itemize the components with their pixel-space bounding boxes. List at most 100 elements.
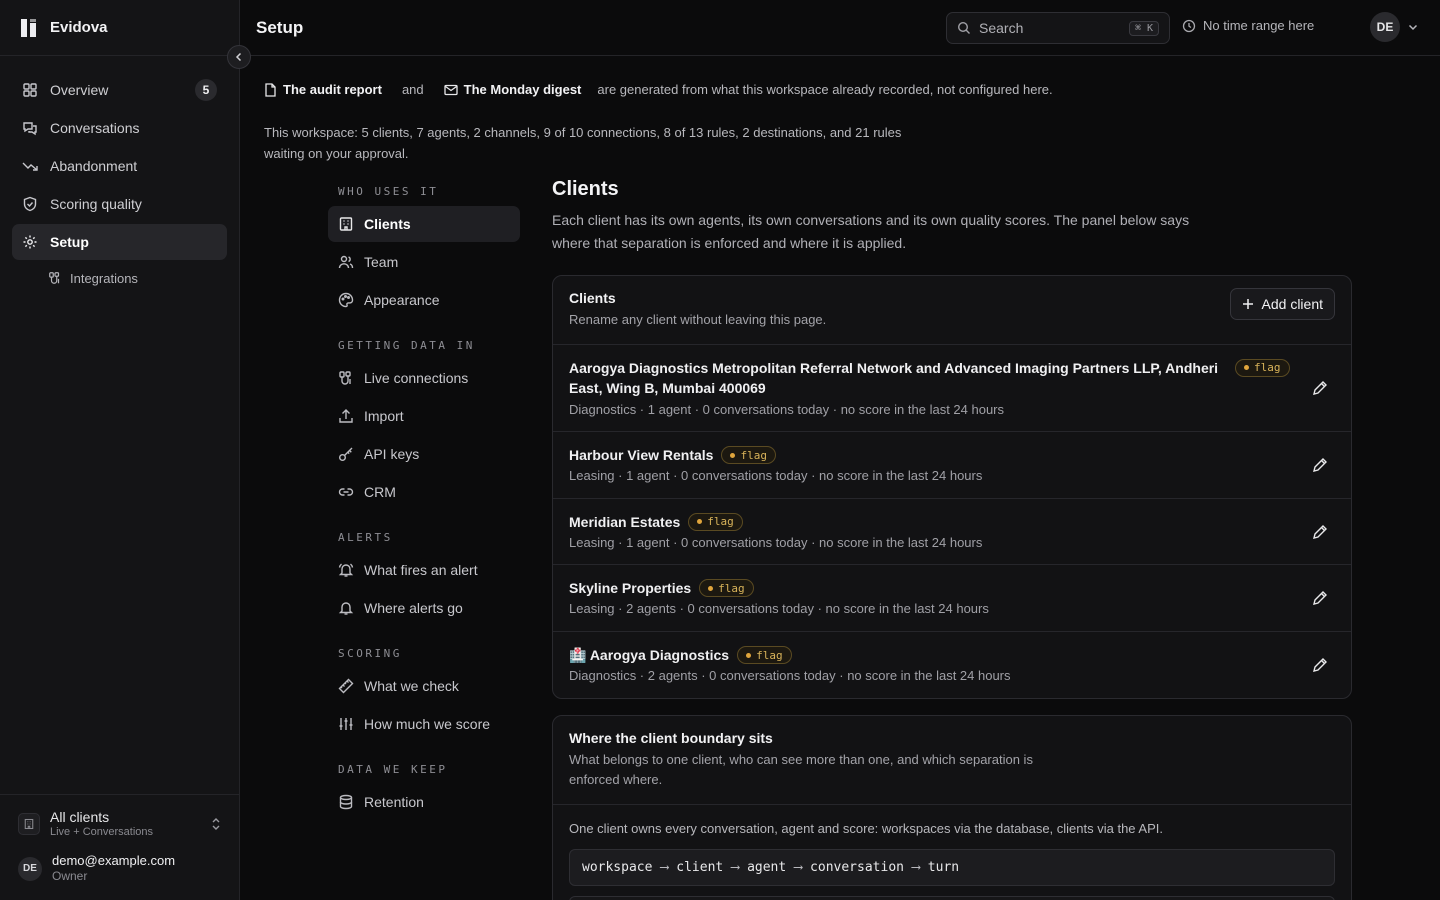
link-icon [338,484,354,500]
clients-card-title: Clients [569,290,616,306]
setup-nav-what-we-check[interactable]: What we check [328,668,520,704]
main-nav: Overview 5 Conversations Abandonment Sco… [0,56,239,294]
edit-pencil-icon[interactable] [1311,523,1329,541]
client-name: Harbour View Rentals [569,447,714,463]
bell-icon [338,600,354,616]
collapse-sidebar-button[interactable] [227,45,251,69]
client-meta: Leasing · 1 agent · 0 conversations toda… [569,534,983,550]
add-client-button[interactable]: Add client [1229,288,1335,320]
edit-pencil-icon[interactable] [1311,456,1329,474]
audit-report-link[interactable]: The audit report [264,82,382,97]
flag-dot [708,585,714,591]
boundary-card: Where the client boundary sits What belo… [552,715,1352,900]
nav-item-abandonment[interactable]: Abandonment [12,148,227,184]
client-row[interactable]: 🏥 Aarogya Diagnostics flag Diagnostics ·… [553,632,1351,698]
client-row[interactable]: Aarogya Diagnostics Metropolitan Referra… [553,345,1351,432]
nav-label: Integrations [70,270,138,286]
account-menu[interactable]: DE [1370,12,1418,42]
client-switcher-text: All clients Live + Conversations [50,809,153,839]
setup-nav-label: API keys [364,446,420,462]
setup-nav-import[interactable]: Import [328,398,520,434]
brand-name: Evidova [50,19,108,36]
edit-pencil-icon[interactable] [1311,589,1329,607]
setup-nav-where-alerts-go[interactable]: Where alerts go [328,590,520,626]
workspace-summary: This workspace: 5 clients, 7 agents, 2 c… [264,125,902,161]
setup-nav-live-connections[interactable]: Live connections [328,360,520,396]
setup-nav-label: Retention [364,794,424,810]
content: The audit report and The Monday digest a… [240,56,1440,900]
section-title: Clients [552,178,619,200]
user-info: demo@example.com Owner [52,853,175,884]
chain-node: client [676,860,724,875]
grid-icon [22,82,38,98]
chat-icon [22,120,38,136]
client-name-line: 🏥 Aarogya Diagnostics flag [569,645,1335,665]
nav-item-scoring-quality[interactable]: Scoring quality [12,186,227,222]
brand[interactable]: Evidova [0,0,239,56]
setup-nav-label: Team [364,254,399,270]
clients-card-subtitle: Rename any client without leaving this p… [569,312,827,327]
client-switcher-title: All clients [50,809,110,825]
client-row[interactable]: Harbour View Rentals flag Leasing · 1 ag… [553,432,1351,499]
setup-nav-api-keys[interactable]: API keys [328,436,520,472]
boundary-text: One client owns every conversation, agen… [569,821,1163,836]
clock-icon [1182,19,1196,33]
monday-digest-link[interactable]: The Monday digest [444,82,581,97]
sliders-icon [338,716,354,732]
next-panel-peek [569,896,1335,900]
status-badge: flag [1235,358,1290,377]
setup-nav-how-much-we-score[interactable]: How much we score [328,706,520,742]
client-name: 🏥 Aarogya Diagnostics [569,645,729,665]
client-row[interactable]: Meridian Estates flag Leasing · 1 agent … [553,499,1351,565]
setup-nav-team[interactable]: Team [328,244,520,280]
setup-nav-clients[interactable]: Clients [328,206,520,242]
nav-item-integrations[interactable]: Integrations [12,262,227,294]
edit-pencil-icon[interactable] [1311,379,1329,397]
search-icon [957,21,971,35]
setup-nav-retention[interactable]: Retention [328,784,520,820]
chain-node: conversation [810,860,904,875]
upload-icon [338,408,354,424]
nav-label: Setup [50,234,89,250]
status-badge: flag [737,646,792,664]
clients-section: Clients Each client has its own agents, … [552,178,1352,900]
notice-tail: are generated from what this workspace a… [597,82,1053,97]
nav-item-overview[interactable]: Overview 5 [12,72,227,108]
clients-card-header: Clients Rename any client without leavin… [553,276,1351,345]
setup-nav-label: What we check [364,678,459,694]
client-emoji: 🏥 [569,647,587,663]
setup-nav-label: How much we score [364,716,491,732]
client-meta: Diagnostics · 1 agent · 0 conversations … [569,401,1005,417]
boundary-card-title: Where the client boundary sits [569,730,773,746]
client-name: Meridian Estates [569,513,681,530]
time-range: No time range here [1182,18,1314,33]
nav-label: Abandonment [50,158,138,174]
nav-item-setup[interactable]: Setup [12,224,227,260]
chain-node: turn [927,860,960,875]
section-description: Each client has its own agents, its own … [552,212,1190,251]
client-switcher-subtitle: Live + Conversations [50,826,154,838]
user-menu[interactable]: DE demo@example.com Owner [18,853,222,884]
nav-item-conversations[interactable]: Conversations [12,110,227,146]
client-name: Aarogya Diagnostics Metropolitan Referra… [569,359,1219,396]
client-name: Skyline Properties [569,580,692,596]
setup-nav-label: CRM [364,484,396,500]
client-row[interactable]: Skyline Properties flag Leasing · 2 agen… [553,565,1351,632]
setup-nav-what-fires-an-alert[interactable]: What fires an alert [328,552,520,588]
setup-nav-label: Appearance [364,292,440,308]
client-switcher[interactable]: All clients Live + Conversations [18,809,222,839]
setup-nav-label: Where alerts go [364,600,463,616]
search-placeholder: Search [979,20,1024,36]
setup-nav-appearance[interactable]: Appearance [328,282,520,318]
chain-arrow: ⟶ [911,860,920,875]
sidebar: Evidova Overview 5 Conversations Abandon… [0,0,240,900]
flag-dot [1244,365,1249,370]
file-icon [264,82,277,97]
time-range-label: No time range here [1203,18,1315,33]
edit-pencil-icon[interactable] [1311,656,1329,674]
search-input[interactable]: Search ⌘ K [946,12,1170,44]
chevron-up-down-icon [210,817,222,831]
section-heading: ALERTS [338,531,393,544]
client-name-line: Harbour View Rentals flag [569,445,1335,465]
setup-nav-crm[interactable]: CRM [328,474,520,510]
